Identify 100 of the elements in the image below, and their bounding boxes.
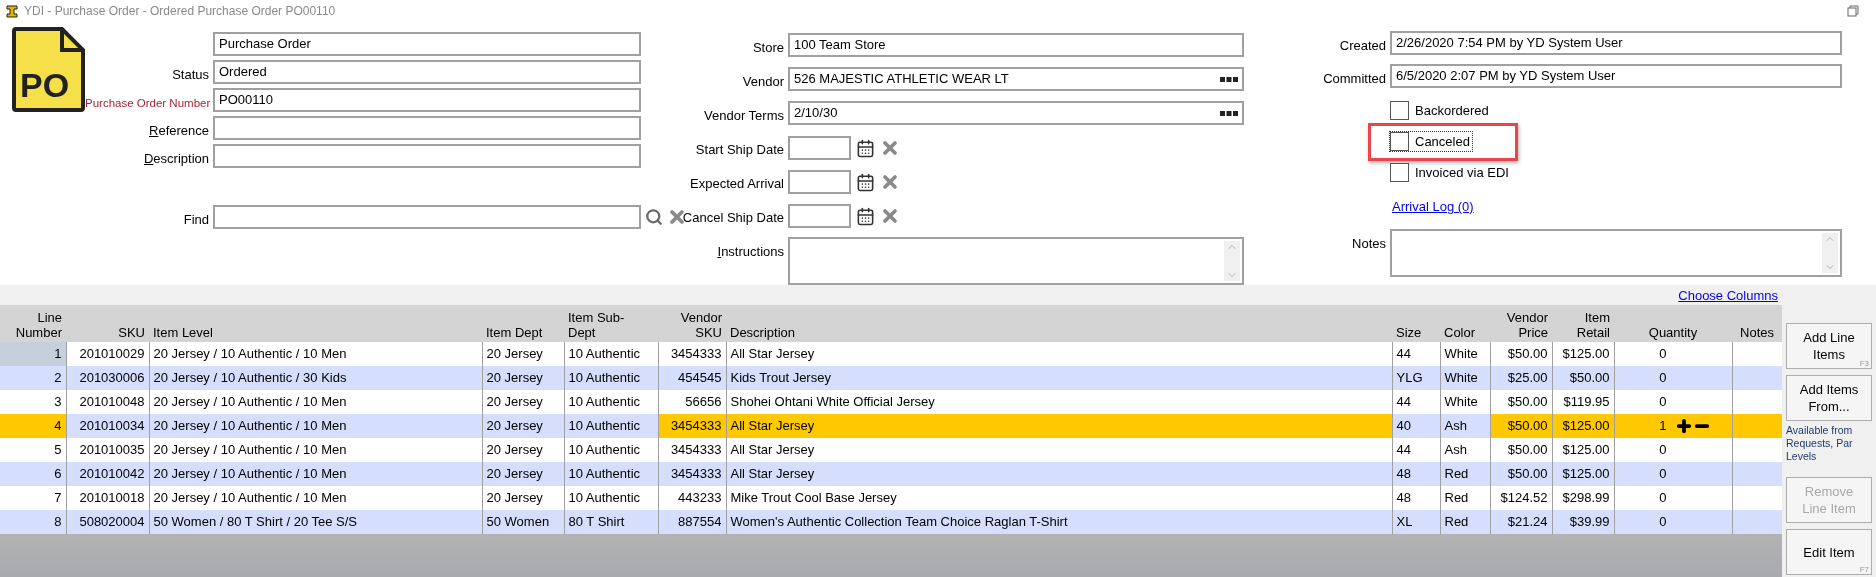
table-cell: 3454333 — [658, 438, 726, 462]
field-label: Start Ship Date — [695, 142, 784, 157]
table-cell: $50.00 — [1490, 414, 1552, 438]
field-label: Notes — [1352, 235, 1386, 251]
checkbox[interactable] — [1390, 163, 1409, 182]
text-field[interactable]: Purchase Order — [213, 32, 641, 56]
table-cell: 20 Jersey — [482, 486, 564, 510]
column-header[interactable]: Line Number — [15, 310, 62, 340]
column-header[interactable]: Description — [730, 325, 796, 340]
calendar-icon[interactable] — [856, 138, 875, 158]
table-cell: 3454333 — [658, 414, 726, 438]
table-cell: Red — [1440, 486, 1490, 510]
table-cell: 1 — [0, 342, 66, 366]
lookup-field[interactable]: 2/10/30 — [788, 101, 1244, 125]
text-field[interactable]: 100 Team Store — [788, 33, 1244, 57]
table-cell: 80 T Shirt — [564, 510, 658, 534]
checkbox-label: Canceled — [1415, 132, 1471, 151]
memo-field[interactable] — [1390, 228, 1842, 277]
table-cell: All Star Jersey — [726, 462, 1392, 486]
column-header[interactable]: Vendor Price — [1506, 310, 1548, 340]
table-cell: 8 — [0, 510, 66, 534]
column-header[interactable]: Item Sub- Dept — [568, 310, 625, 340]
table-cell: 44 — [1392, 342, 1440, 366]
column-header[interactable]: Quantity — [1648, 325, 1698, 340]
plus-icon[interactable] — [1674, 417, 1693, 435]
table-cell: 20 Jersey — [482, 438, 564, 462]
column-header[interactable]: SKU — [118, 325, 145, 340]
table-cell: 20 Jersey — [482, 414, 564, 438]
table-cell: 10 Authentic — [564, 438, 658, 462]
table-cell: 20 Jersey / 10 Authentic / 10 Men — [149, 438, 482, 462]
table-cell: 0 — [1614, 486, 1732, 510]
table-cell: 20 Jersey / 10 Authentic / 10 Men — [149, 342, 482, 366]
document-icon — [12, 27, 85, 112]
calendar-icon[interactable] — [856, 206, 875, 226]
table-cell: Kids Trout Jersey — [726, 366, 1392, 390]
column-header[interactable]: Notes — [1740, 325, 1774, 340]
checkbox-label: Backordered — [1415, 101, 1490, 120]
table-cell: $125.00 — [1552, 414, 1614, 438]
table-cell: 20 Jersey — [482, 462, 564, 486]
field-label: Created — [1339, 38, 1386, 53]
table-cell: 10 Authentic — [564, 342, 658, 366]
memo-field[interactable] — [788, 237, 1244, 285]
table-cell: $50.00 — [1490, 342, 1552, 366]
text-field[interactable] — [213, 116, 641, 140]
table-cell: 201010029 — [66, 342, 149, 366]
table-cell: 20 Jersey — [482, 342, 564, 366]
column-header[interactable]: Vendor SKU — [680, 310, 722, 340]
search-icon[interactable] — [645, 208, 663, 226]
action-button[interactable]: Add Line Items F3 — [1786, 323, 1872, 369]
action-button[interactable]: Add Items From... — [1786, 375, 1872, 421]
table-cell: 3454333 — [658, 342, 726, 366]
column-header[interactable]: Item Retail — [1576, 310, 1610, 340]
table-cell: Shohei Ohtani White Official Jersey — [726, 390, 1392, 414]
table-cell: 2 — [0, 366, 66, 390]
arrival-log-link[interactable]: Arrival Log (0) — [1392, 197, 1474, 217]
ellipsis-icon[interactable] — [1220, 110, 1238, 116]
table-cell: 20 Jersey — [482, 366, 564, 390]
field-label: Purchase Order Number — [85, 97, 211, 109]
table-cell: 5 — [0, 438, 66, 462]
choose-columns-link[interactable]: Choose Columns — [1678, 285, 1778, 305]
table-cell: 0 — [1614, 510, 1732, 534]
table-cell: 0 — [1614, 390, 1732, 414]
field-label: Instructions — [717, 244, 784, 259]
checkbox[interactable] — [1390, 132, 1409, 151]
text-field[interactable]: PO00110 — [213, 88, 641, 112]
lookup-field[interactable]: 526 MAJESTIC ATHLETIC WEAR LT — [788, 67, 1244, 91]
date-field[interactable] — [788, 136, 851, 160]
table-cell: $298.99 — [1552, 486, 1614, 510]
table-cell: 44 — [1392, 438, 1440, 462]
ellipsis-icon[interactable] — [1220, 76, 1238, 82]
table-cell: $125.00 — [1552, 342, 1614, 366]
restore-icon[interactable] — [1847, 5, 1859, 17]
table-cell: 10 Authentic — [564, 366, 658, 390]
field-label: Description — [143, 151, 209, 166]
field-label: Find — [183, 212, 209, 227]
table-cell: $50.00 — [1490, 462, 1552, 486]
column-header[interactable]: Color — [1444, 325, 1476, 340]
date-field[interactable] — [788, 170, 851, 194]
column-header[interactable]: Item Level — [153, 325, 213, 340]
table-cell: Red — [1440, 462, 1490, 486]
date-field[interactable] — [788, 204, 851, 228]
text-field[interactable] — [213, 144, 641, 168]
table-cell: 10 Authentic — [564, 390, 658, 414]
column-header[interactable]: Size — [1396, 325, 1422, 340]
checkbox[interactable] — [1390, 101, 1409, 120]
text-field[interactable] — [213, 205, 641, 229]
table-cell: White — [1440, 366, 1490, 390]
text-field[interactable]: 2/26/2020 7:54 PM by YD System User — [1390, 31, 1842, 55]
column-header[interactable]: Item Dept — [486, 325, 543, 340]
table-cell: 20 Jersey — [482, 390, 564, 414]
text-field[interactable]: Ordered — [213, 60, 641, 84]
calendar-icon[interactable] — [856, 172, 875, 192]
table-cell: 3 — [0, 390, 66, 414]
action-button[interactable]: Edit Item F7 — [1786, 529, 1872, 575]
table-cell: 20 Jersey / 10 Authentic / 10 Men — [149, 486, 482, 510]
field-label: Store — [752, 40, 784, 55]
table-cell: 20 Jersey / 10 Authentic / 10 Men — [149, 390, 482, 414]
table-cell: 0 — [1614, 366, 1732, 390]
table-cell: 4 — [0, 414, 66, 438]
text-field[interactable]: 6/5/2020 2:07 PM by YD System User — [1390, 64, 1842, 88]
